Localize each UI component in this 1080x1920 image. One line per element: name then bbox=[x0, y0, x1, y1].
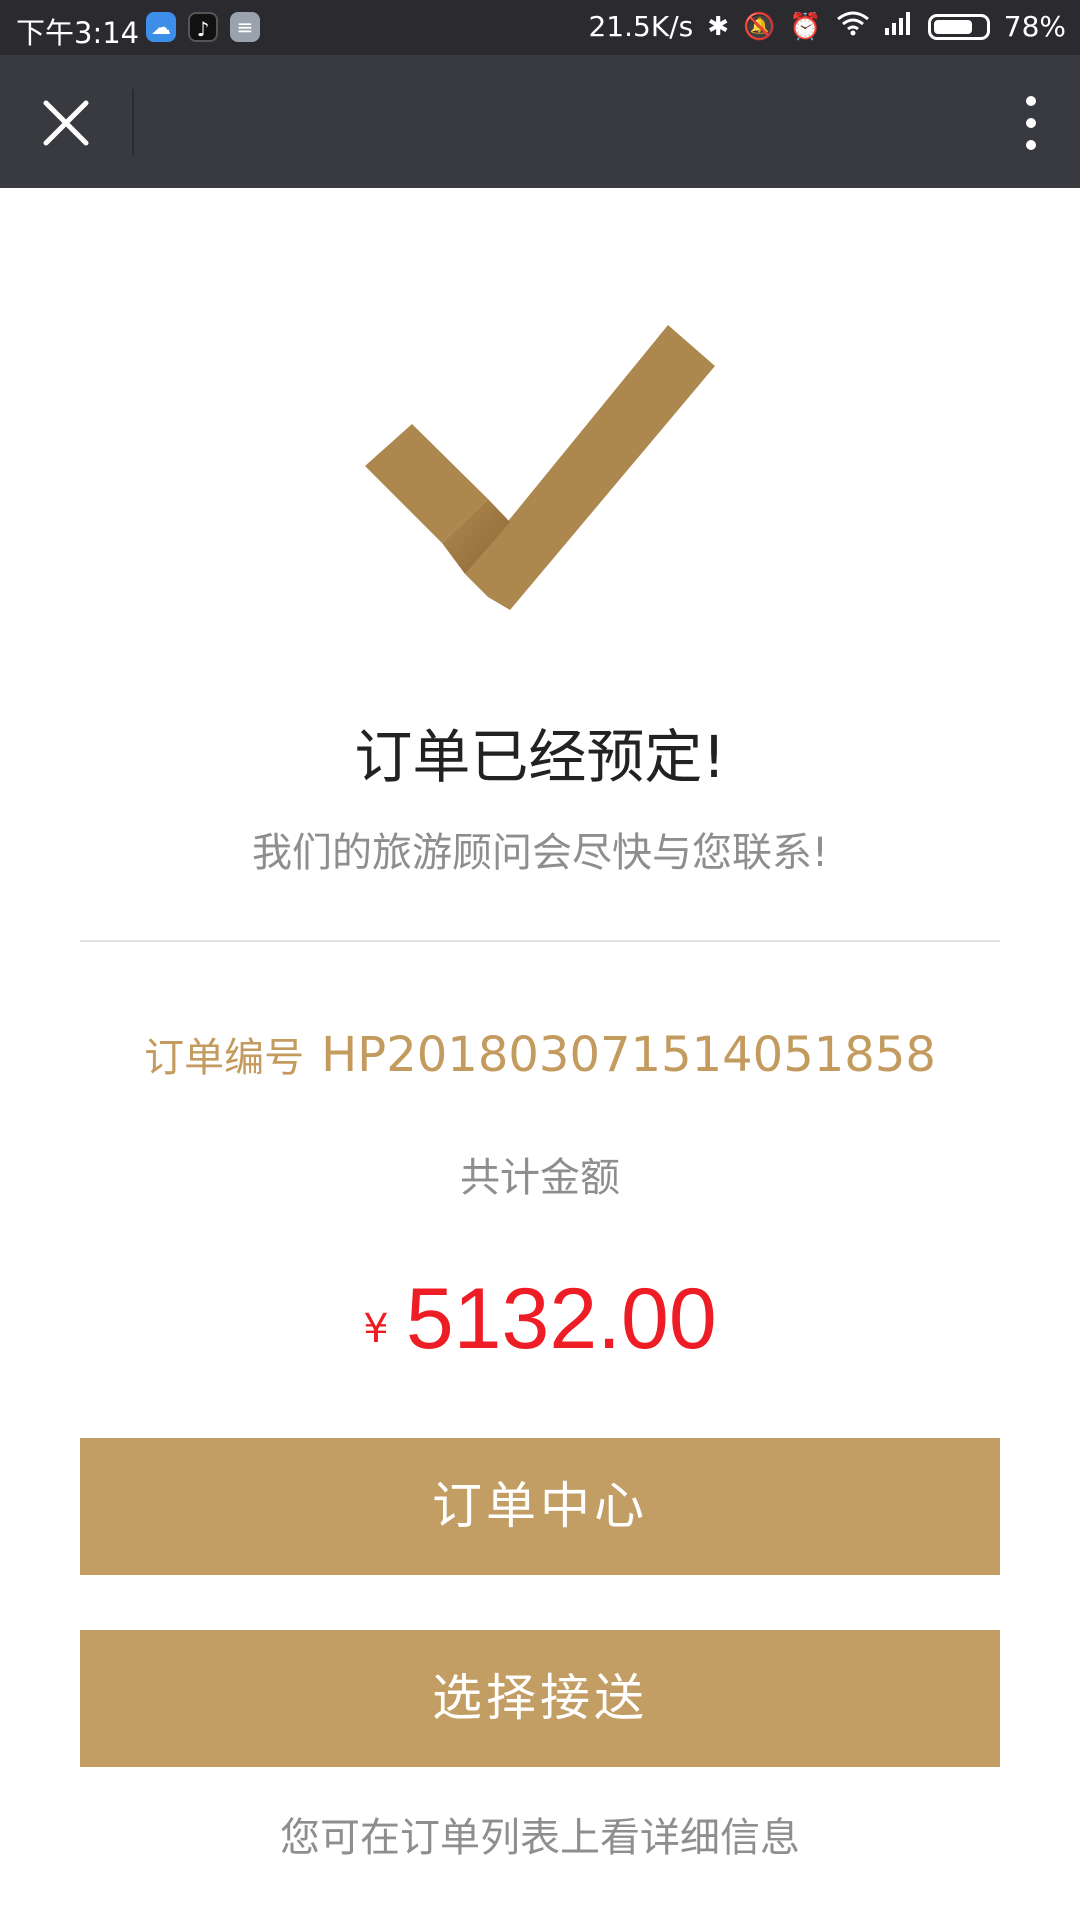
alarm-icon: ⏰ bbox=[789, 11, 822, 42]
close-icon bbox=[43, 100, 89, 146]
tiktok-app-icon: ♪ bbox=[188, 12, 218, 42]
order-number-label: 订单编号 bbox=[144, 1035, 305, 1081]
select-transfer-button[interactable]: 选择接送 bbox=[80, 1630, 1000, 1767]
more-button[interactable] bbox=[1008, 85, 1054, 161]
wifi-icon bbox=[836, 10, 870, 43]
battery-icon bbox=[927, 13, 990, 40]
close-button[interactable] bbox=[28, 85, 104, 161]
battery-percent: 78% bbox=[1003, 10, 1066, 43]
checkmark-icon bbox=[360, 310, 720, 610]
network-speed: 21.5K/s bbox=[588, 10, 694, 43]
more-vertical-icon bbox=[1026, 96, 1036, 150]
signal-icon bbox=[884, 10, 914, 43]
title-divider bbox=[132, 89, 134, 155]
currency-symbol: ¥ bbox=[363, 1306, 389, 1352]
total-amount: ¥ 5132.00 bbox=[0, 1270, 1080, 1369]
page-subtitle: 我们的旅游顾问会尽快与您联系! bbox=[251, 830, 829, 876]
page-title: 订单已经预定! bbox=[354, 723, 726, 791]
bluetooth-icon: ✱ bbox=[707, 11, 730, 42]
footer-note: 您可在订单列表上看详细信息 bbox=[280, 1815, 800, 1861]
battery-fill bbox=[933, 19, 973, 34]
cloud-app-icon: ☁ bbox=[146, 12, 176, 42]
amount-value: 5132.00 bbox=[405, 1271, 717, 1367]
order-number-value: HP201803071514051858 bbox=[321, 1027, 936, 1083]
status-time: 下午3:14 bbox=[16, 16, 140, 50]
order-center-button[interactable]: 订单中心 bbox=[80, 1438, 1000, 1575]
status-bar: 下午3:14 ☁ ♪ ≡ 21.5K/s ✱ 🔕 ⏰ 78% bbox=[0, 0, 1080, 55]
title-bar bbox=[0, 55, 1080, 188]
section-divider bbox=[80, 940, 1000, 942]
mute-icon: 🔕 bbox=[743, 11, 776, 42]
notes-app-icon: ≡ bbox=[230, 12, 260, 42]
total-amount-label: 共计金额 bbox=[460, 1155, 620, 1201]
order-number-row: 订单编号 HP201803071514051858 bbox=[0, 1025, 1080, 1083]
